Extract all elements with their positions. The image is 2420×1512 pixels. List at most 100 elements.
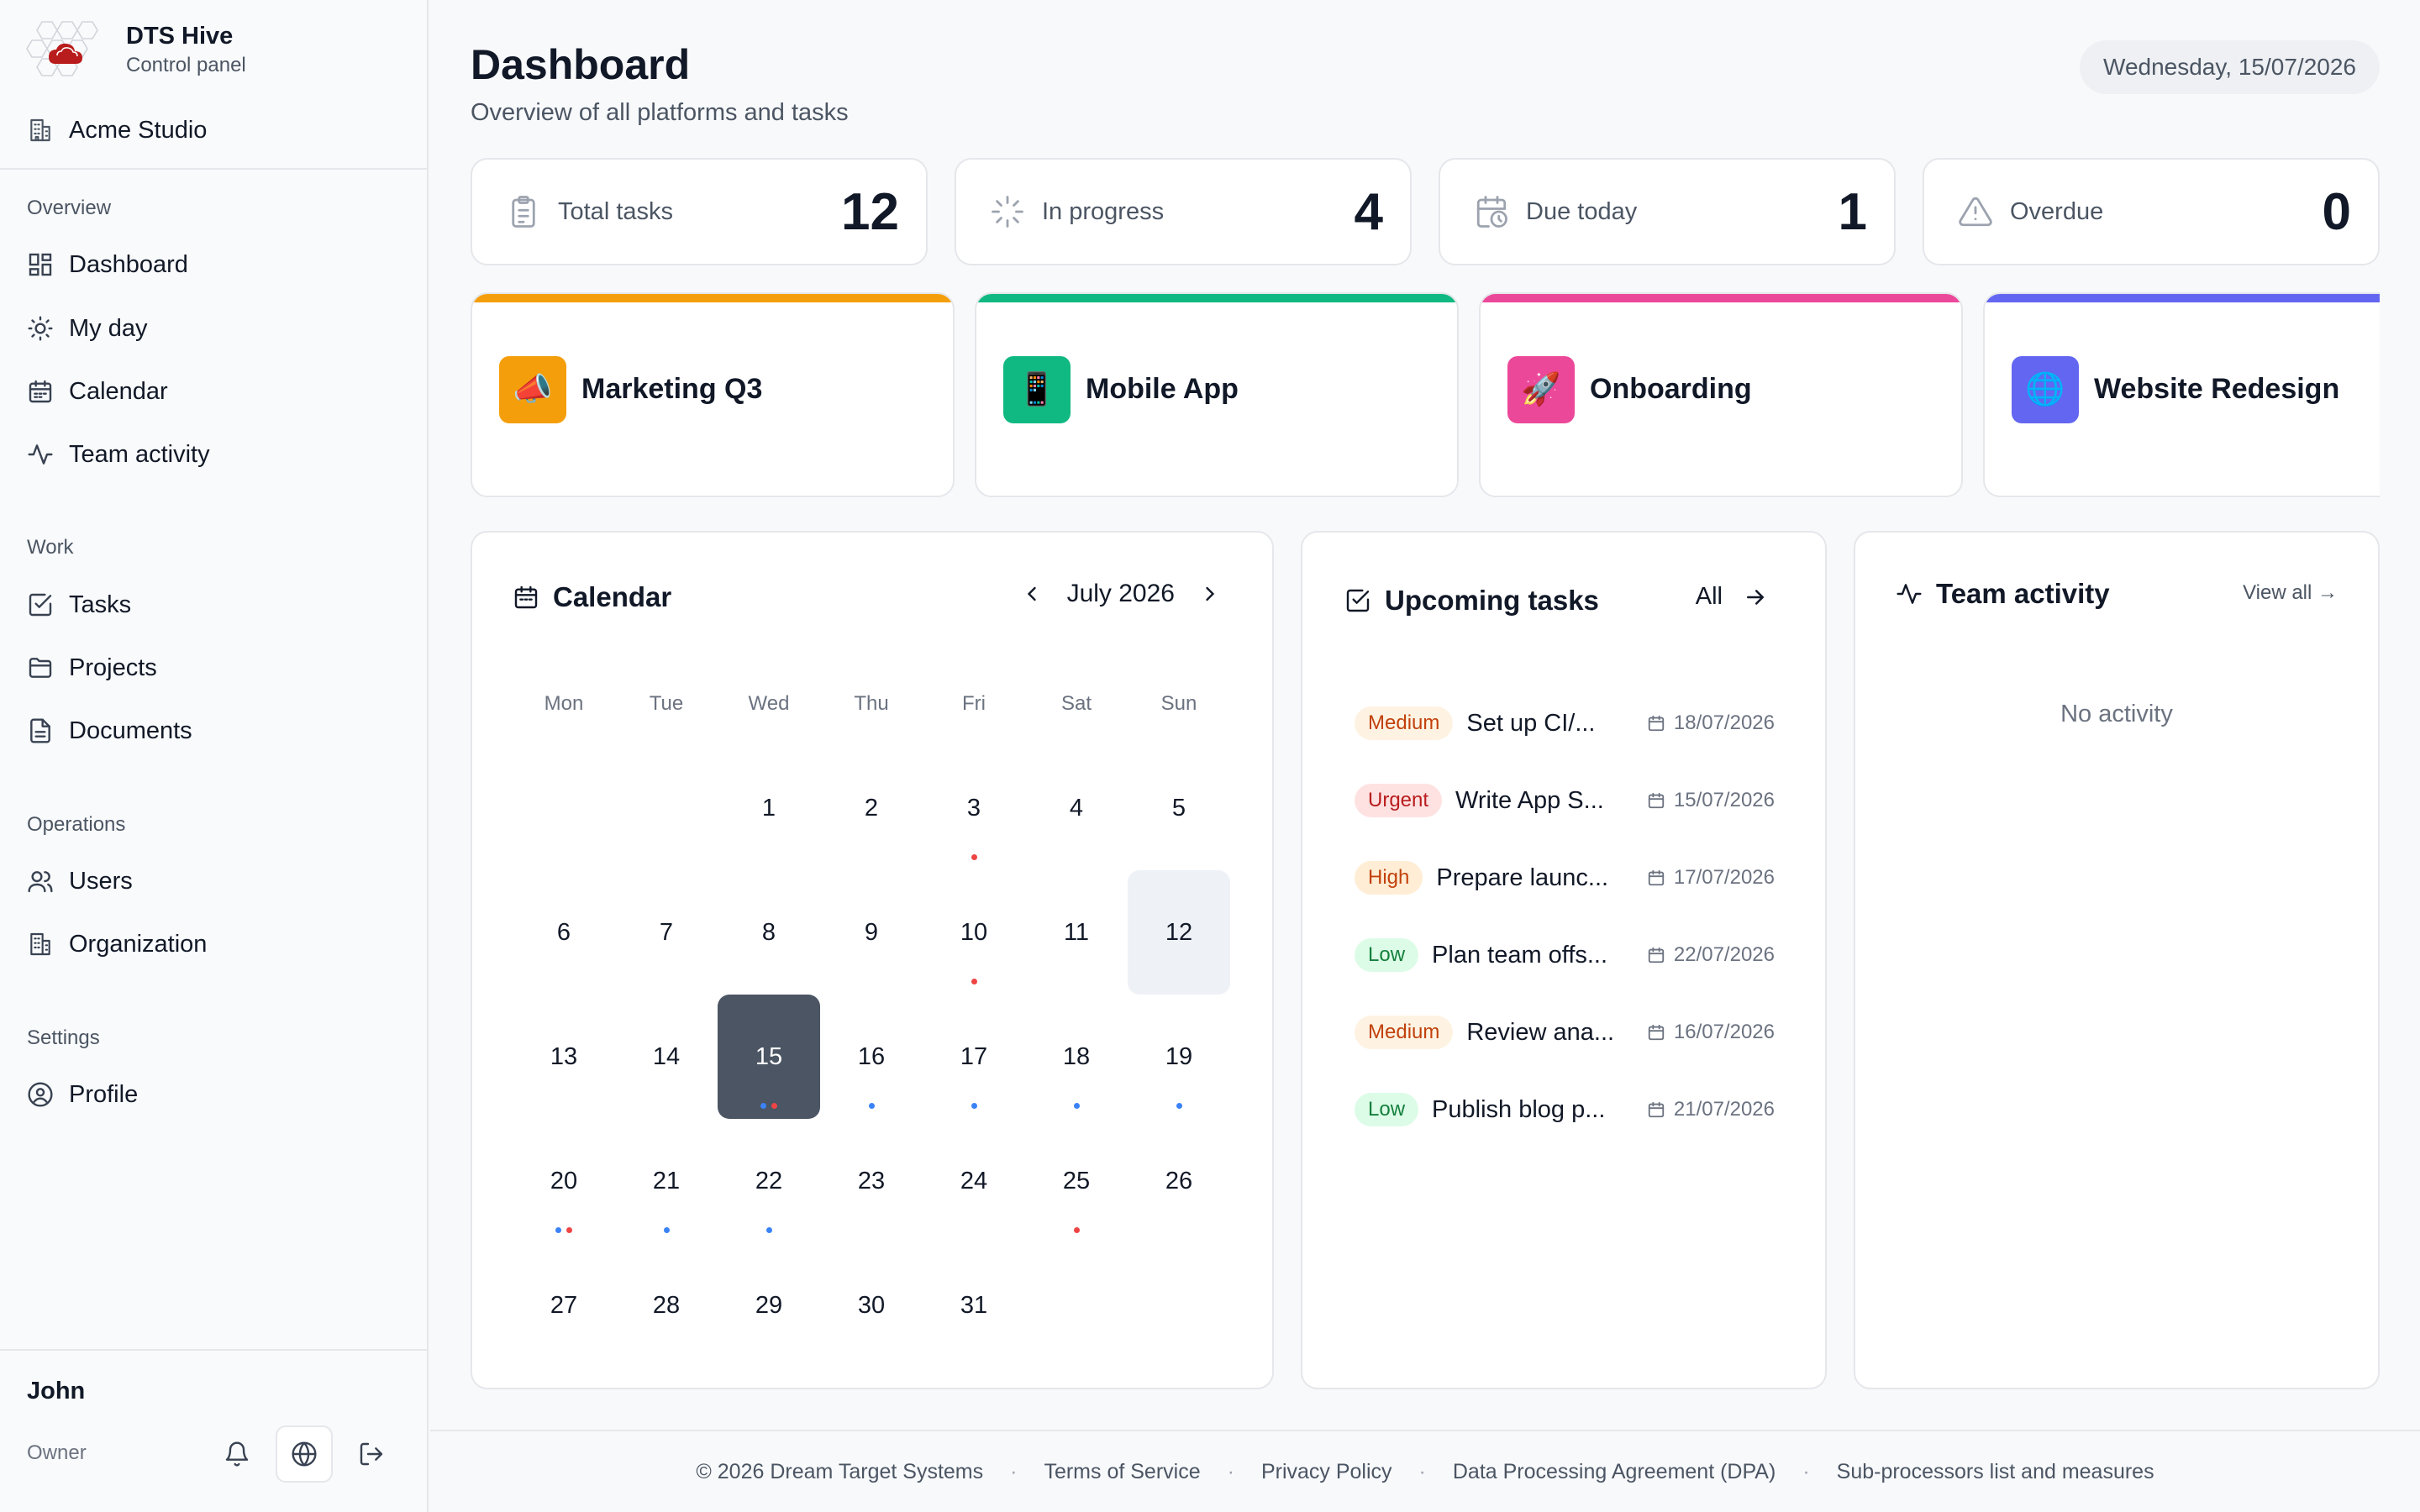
task-row[interactable]: Urgent Write App S... 15/07/2026 bbox=[1355, 780, 1775, 822]
task-row[interactable]: Medium Set up CI/... 18/07/2026 bbox=[1355, 702, 1775, 744]
day-number: 20 bbox=[550, 1167, 578, 1194]
event-dot bbox=[771, 1103, 777, 1109]
calendar-day-15[interactable]: 15 bbox=[718, 995, 820, 1119]
calendar-day-8[interactable]: 8 bbox=[718, 870, 820, 995]
day-number: 17 bbox=[960, 1042, 988, 1070]
calendar-day-13[interactable]: 13 bbox=[513, 995, 615, 1119]
event-dot bbox=[971, 1103, 977, 1109]
calendar-day-26[interactable]: 26 bbox=[1128, 1119, 1230, 1243]
brand[interactable]: DTS Hive Control panel bbox=[25, 17, 246, 84]
project-card-website-redesign[interactable]: 🌐 Website Redesign bbox=[1983, 292, 2380, 497]
weekday-label: Sat bbox=[1060, 692, 1092, 715]
footer-link[interactable]: Data Processing Agreement (DPA) bbox=[1453, 1460, 1776, 1484]
footer-link[interactable]: Sub-processors list and measures bbox=[1837, 1460, 2154, 1484]
globe-icon bbox=[292, 1441, 317, 1467]
sidebar-item-users[interactable]: Users bbox=[27, 860, 397, 902]
calendar-day-17[interactable]: 17 bbox=[923, 995, 1025, 1119]
calendar-day-5[interactable]: 5 bbox=[1128, 746, 1230, 870]
day-number: 19 bbox=[1165, 1042, 1193, 1070]
project-color-bar bbox=[1985, 294, 2380, 302]
calendar-day-7[interactable]: 7 bbox=[615, 870, 718, 995]
event-dots bbox=[820, 1103, 923, 1109]
footer-link[interactable]: Terms of Service bbox=[1044, 1460, 1200, 1484]
task-due-date: 22/07/2026 bbox=[1647, 943, 1775, 967]
day-number: 16 bbox=[857, 1042, 886, 1070]
calendar-day-6[interactable]: 6 bbox=[513, 870, 615, 995]
calendar-day-24[interactable]: 24 bbox=[923, 1119, 1025, 1243]
task-row[interactable]: High Prepare launc... 17/07/2026 bbox=[1355, 857, 1775, 899]
calendar-day-3[interactable]: 3 bbox=[923, 746, 1025, 870]
calendar-day-4[interactable]: 4 bbox=[1025, 746, 1128, 870]
footer-link[interactable]: Privacy Policy bbox=[1261, 1460, 1392, 1484]
stat-card-in-progress[interactable]: In progress 4 bbox=[955, 158, 1412, 265]
calendar-day-20[interactable]: 20 bbox=[513, 1119, 615, 1243]
user-name: John bbox=[27, 1378, 86, 1404]
project-card-marketing-q3[interactable]: 📣 Marketing Q3 bbox=[471, 292, 955, 497]
page-title: Dashboard bbox=[471, 41, 691, 88]
view-all-link[interactable]: View all → bbox=[2243, 581, 2338, 605]
task-row[interactable]: Low Publish blog p... 21/07/2026 bbox=[1355, 1089, 1775, 1131]
sidebar-item-organization[interactable]: Organization bbox=[27, 923, 397, 965]
notifications-button[interactable] bbox=[208, 1425, 266, 1483]
sidebar-item-team-activity[interactable]: Team activity bbox=[27, 433, 397, 475]
check-square-icon bbox=[1346, 589, 1370, 612]
sidebar-item-projects[interactable]: Projects bbox=[27, 647, 397, 689]
project-card-mobile-app[interactable]: 📱 Mobile App bbox=[975, 292, 1459, 497]
sidebar-item-label: Organization bbox=[69, 930, 208, 958]
event-dot bbox=[868, 1103, 875, 1109]
alert-triangle-icon bbox=[1959, 197, 1992, 227]
sidebar-item-my-day[interactable]: My day bbox=[27, 307, 397, 349]
chevron-right-icon[interactable] bbox=[1198, 582, 1222, 606]
organization-switcher[interactable]: Acme Studio bbox=[27, 109, 207, 151]
logout-button[interactable] bbox=[343, 1425, 400, 1483]
event-dots bbox=[1128, 1103, 1230, 1109]
calendar-day-19[interactable]: 19 bbox=[1128, 995, 1230, 1119]
task-row[interactable]: Medium Review ana... 16/07/2026 bbox=[1355, 1011, 1775, 1053]
sidebar-item-calendar[interactable]: Calendar bbox=[27, 370, 397, 412]
calendar-day-27[interactable]: 27 bbox=[513, 1243, 615, 1368]
stat-value: 1 bbox=[1838, 182, 1867, 241]
event-dot bbox=[1073, 1227, 1080, 1233]
calendar-day-10[interactable]: 10 bbox=[923, 870, 1025, 995]
calendar-day-9[interactable]: 9 bbox=[820, 870, 923, 995]
calendar-day-29[interactable]: 29 bbox=[718, 1243, 820, 1368]
calendar-day-12[interactable]: 12 bbox=[1128, 870, 1230, 995]
calendar-day-28[interactable]: 28 bbox=[615, 1243, 718, 1368]
sidebar-item-label: Users bbox=[69, 867, 133, 895]
calendar-day-2[interactable]: 2 bbox=[820, 746, 923, 870]
megaphone-icon: 📣 bbox=[499, 356, 566, 423]
task-row[interactable]: Low Plan team offs... 22/07/2026 bbox=[1355, 934, 1775, 976]
stat-card-overdue[interactable]: Overdue 0 bbox=[1923, 158, 2380, 265]
user-role: Owner bbox=[27, 1441, 87, 1464]
calendar-day-14[interactable]: 14 bbox=[615, 995, 718, 1119]
calendar-day-30[interactable]: 30 bbox=[820, 1243, 923, 1368]
chevron-left-icon[interactable] bbox=[1020, 582, 1044, 606]
calendar-day-31[interactable]: 31 bbox=[923, 1243, 1025, 1368]
sidebar-item-tasks[interactable]: Tasks bbox=[27, 584, 397, 626]
calendar-day-11[interactable]: 11 bbox=[1025, 870, 1128, 995]
calendar-day-22[interactable]: 22 bbox=[718, 1119, 820, 1243]
calendar-day-23[interactable]: 23 bbox=[820, 1119, 923, 1243]
weekday-label: Mon bbox=[544, 692, 584, 715]
project-name: Marketing Q3 bbox=[581, 373, 763, 405]
sidebar-item-label: Documents bbox=[69, 717, 192, 744]
current-date: Wednesday, 15/07/2026 bbox=[2080, 40, 2380, 94]
footer-separator: · bbox=[1227, 1459, 1234, 1483]
upcoming-tasks-title: Upcoming tasks bbox=[1344, 585, 1599, 617]
sidebar-item-documents[interactable]: Documents bbox=[27, 710, 397, 752]
sidebar-item-dashboard[interactable]: Dashboard bbox=[27, 244, 397, 286]
all-tasks-button[interactable]: All bbox=[1696, 583, 1768, 611]
calendar-day-25[interactable]: 25 bbox=[1025, 1119, 1128, 1243]
calendar-day-18[interactable]: 18 bbox=[1025, 995, 1128, 1119]
calendar-day-21[interactable]: 21 bbox=[615, 1119, 718, 1243]
stat-card-total-tasks[interactable]: Total tasks 12 bbox=[471, 158, 928, 265]
language-button[interactable] bbox=[276, 1425, 333, 1483]
priority-badge: Low bbox=[1355, 1093, 1419, 1126]
calendar-nav: July 2026 bbox=[1020, 580, 1222, 608]
calendar-day-1[interactable]: 1 bbox=[718, 746, 820, 870]
calendar-day-16[interactable]: 16 bbox=[820, 995, 923, 1119]
stat-card-due-today[interactable]: Due today 1 bbox=[1439, 158, 1896, 265]
stat-label: Due today bbox=[1526, 197, 1638, 225]
sidebar-item-profile[interactable]: Profile bbox=[27, 1074, 397, 1116]
project-card-onboarding[interactable]: 🚀 Onboarding bbox=[1479, 292, 1963, 497]
